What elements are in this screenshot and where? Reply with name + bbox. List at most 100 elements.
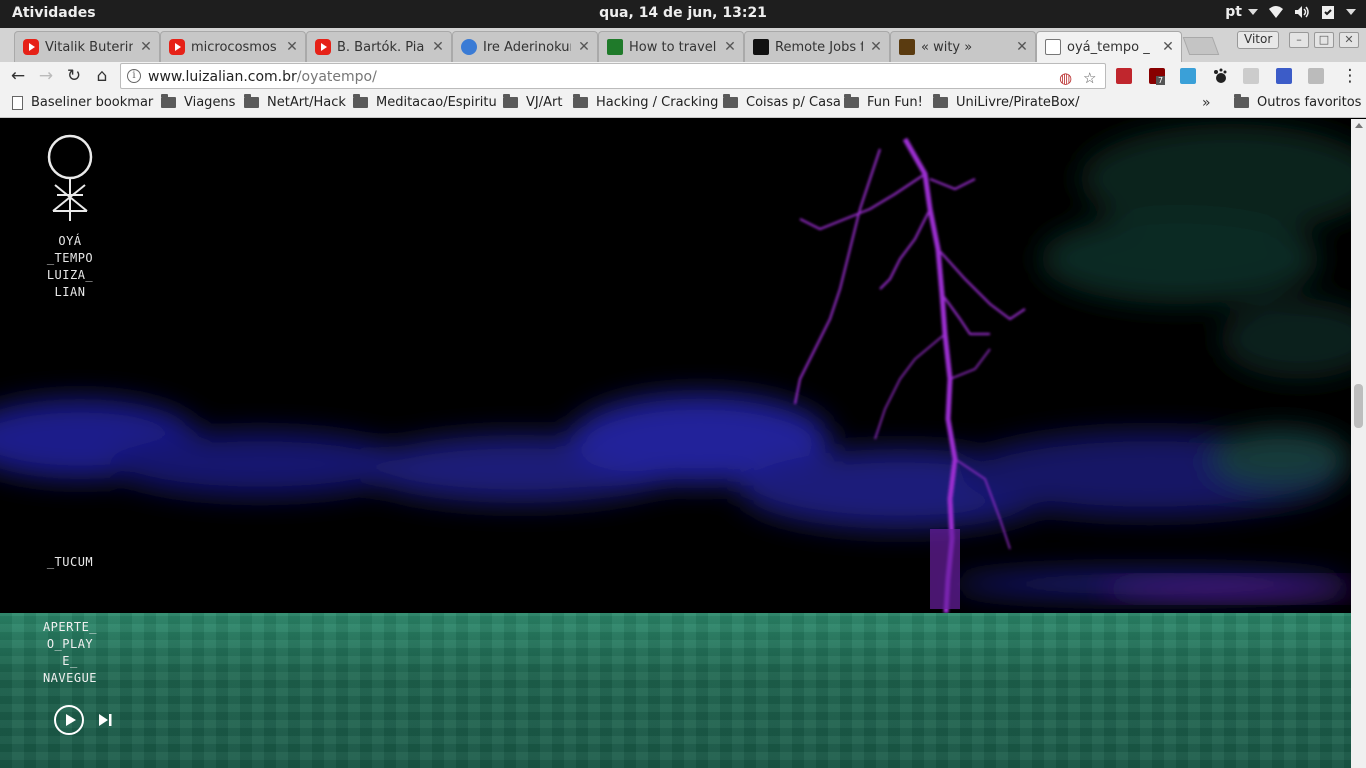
extension-gray-icon[interactable] bbox=[1243, 68, 1259, 84]
wifi-icon[interactable] bbox=[1268, 4, 1284, 20]
system-top-bar: Atividades qua, 14 de jun, 13:21 pt bbox=[0, 0, 1366, 28]
home-icon[interactable]: ⌂ bbox=[92, 66, 112, 86]
folder-icon bbox=[723, 94, 738, 108]
translate-blocked-icon[interactable]: ◍ bbox=[1059, 69, 1072, 87]
tab-label: Vitalik Buterin bbox=[45, 39, 133, 55]
play-button[interactable] bbox=[54, 705, 84, 735]
forward-arrow-icon[interactable]: → bbox=[36, 66, 56, 86]
bookmark-folder-coisas-casa[interactable]: Coisas p/ Casa bbox=[723, 94, 841, 110]
tab-bartok[interactable]: B. Bartók. Piar ✕ bbox=[306, 31, 452, 62]
clipboard-icon[interactable] bbox=[1320, 4, 1336, 20]
reload-icon[interactable]: ↻ bbox=[64, 66, 84, 86]
bookmark-folder-viagens[interactable]: Viagens bbox=[161, 94, 236, 110]
page-icon bbox=[12, 95, 23, 110]
bookmark-baseliner[interactable]: Baseliner bookmar bbox=[12, 95, 153, 110]
tab-oya-tempo[interactable]: oyá_tempo _ l ✕ bbox=[1036, 31, 1182, 62]
close-icon[interactable]: ✕ bbox=[431, 39, 445, 55]
close-icon[interactable]: ✕ bbox=[1161, 39, 1175, 55]
tab-vitalik-buterin[interactable]: Vitalik Buterin ✕ bbox=[14, 31, 160, 62]
bookmark-label: Viagens bbox=[184, 95, 236, 110]
web-page-viewport: OYÁ _TEMPO LUIZA_ LIAN _TUCUM APERTE_ O_… bbox=[0, 119, 1351, 768]
bookmark-label: UniLivre/PirateBox/ bbox=[956, 95, 1080, 110]
tab-label: Ire Aderinokur bbox=[483, 39, 571, 55]
site-info-icon[interactable]: i bbox=[127, 69, 141, 83]
scroll-up-arrow-icon[interactable] bbox=[1355, 123, 1363, 128]
url-path: /oyatempo/ bbox=[296, 69, 377, 85]
volume-icon[interactable] bbox=[1294, 4, 1310, 20]
bookmark-label: Hacking / Cracking bbox=[596, 95, 719, 110]
bookmark-folder-hacking[interactable]: Hacking / Cracking bbox=[573, 94, 719, 110]
close-icon[interactable]: ✕ bbox=[1015, 39, 1029, 55]
extension-badge: 7 bbox=[1156, 76, 1166, 85]
folder-icon bbox=[503, 94, 518, 108]
bookmark-label: NetArt/Hack bbox=[267, 95, 346, 110]
extension-red-icon[interactable] bbox=[1116, 68, 1132, 84]
bookmarks-overflow-chevron[interactable]: » bbox=[1202, 95, 1211, 111]
youtube-icon bbox=[169, 39, 185, 55]
tucum-link[interactable]: _TUCUM bbox=[40, 554, 100, 571]
language-selector[interactable]: pt bbox=[1225, 4, 1258, 20]
back-arrow-icon[interactable]: ← bbox=[8, 66, 28, 86]
bookmark-folder-fun-fun[interactable]: Fun Fun! bbox=[844, 94, 923, 110]
page-scrollbar[interactable] bbox=[1351, 119, 1366, 768]
bookmark-folder-netart[interactable]: NetArt/Hack bbox=[244, 94, 346, 110]
person-icon bbox=[461, 39, 477, 55]
close-icon[interactable]: ✕ bbox=[723, 39, 737, 55]
tab-remote-jobs[interactable]: Remote Jobs fo ✕ bbox=[744, 31, 890, 62]
folder-icon bbox=[1234, 94, 1249, 108]
skype-icon[interactable] bbox=[1180, 68, 1196, 84]
tab-label: B. Bartók. Piar bbox=[337, 39, 425, 55]
tab-label: « wity » bbox=[921, 39, 973, 55]
close-icon[interactable]: ✕ bbox=[869, 39, 883, 55]
tab-how-to-travel[interactable]: How to travel ✕ bbox=[598, 31, 744, 62]
site-title[interactable]: OYÁ _TEMPO LUIZA_ LIAN bbox=[40, 233, 100, 301]
bookmark-label: VJ/Art bbox=[526, 95, 563, 110]
maximize-button[interactable]: □ bbox=[1314, 32, 1334, 48]
sea-pixelated-background bbox=[0, 613, 1351, 768]
tab-label: How to travel bbox=[629, 39, 717, 55]
scrollbar-thumb[interactable] bbox=[1354, 384, 1363, 428]
extension-puzzle-icon[interactable] bbox=[1308, 68, 1324, 84]
bookmark-label: Coisas p/ Casa bbox=[746, 95, 841, 110]
star-icon bbox=[899, 39, 915, 55]
youtube-icon bbox=[315, 39, 331, 55]
browser-menu-icon[interactable]: ⋮ bbox=[1340, 66, 1360, 86]
close-icon[interactable]: ✕ bbox=[577, 39, 591, 55]
address-bar[interactable]: i www.luizalian.com.br/oyatempo/ ◍ ☆ bbox=[120, 63, 1106, 89]
folder-icon bbox=[353, 94, 368, 108]
bookmark-label: Fun Fun! bbox=[867, 95, 923, 110]
bookmark-folder-meditacao[interactable]: Meditacao/Espiritu bbox=[353, 94, 497, 110]
folder-icon bbox=[573, 94, 588, 108]
bookmark-star-icon[interactable]: ☆ bbox=[1083, 69, 1096, 87]
close-icon[interactable]: ✕ bbox=[285, 39, 299, 55]
tab-label: microcosmos bbox=[191, 39, 277, 55]
extension-blue-icon[interactable] bbox=[1276, 68, 1292, 84]
tab-wity[interactable]: « wity » ✕ bbox=[890, 31, 1036, 62]
bookmark-label: Outros favoritos bbox=[1257, 95, 1362, 110]
minimize-button[interactable]: – bbox=[1289, 32, 1309, 48]
profile-button[interactable]: Vitor bbox=[1237, 31, 1280, 49]
bookmarks-bar: Baseliner bookmar Viagens NetArt/Hack Me… bbox=[0, 90, 1366, 118]
ublock-icon[interactable]: 7 bbox=[1149, 68, 1166, 85]
gnome-foot-icon[interactable] bbox=[1212, 68, 1228, 84]
play-instructions: APERTE_ O_PLAY E_ NAVEGUE bbox=[42, 620, 98, 685]
bookmark-folder-vjart[interactable]: VJ/Art bbox=[503, 94, 563, 110]
new-tab-button[interactable] bbox=[1182, 37, 1220, 55]
other-bookmarks-folder[interactable]: Outros favoritos bbox=[1234, 94, 1362, 110]
close-icon[interactable]: ✕ bbox=[139, 39, 153, 55]
url-text[interactable]: www.luizalian.com.br/oyatempo/ bbox=[148, 69, 377, 85]
window-close-button[interactable]: ✕ bbox=[1339, 32, 1359, 48]
document-icon bbox=[1045, 39, 1061, 55]
folder-icon bbox=[161, 94, 176, 108]
system-clock[interactable]: qua, 14 de jun, 13:21 bbox=[0, 5, 1366, 21]
tab-ire-aderinokun[interactable]: Ire Aderinokur ✕ bbox=[452, 31, 598, 62]
activities-button[interactable]: Atividades bbox=[12, 5, 96, 21]
tab-label: oyá_tempo _ l bbox=[1067, 39, 1155, 55]
browser-toolbar: ← → ↻ ⌂ i www.luizalian.com.br/oyatempo/… bbox=[0, 62, 1366, 90]
folder-icon bbox=[933, 94, 948, 108]
jobs-icon bbox=[753, 39, 769, 55]
skip-next-icon[interactable] bbox=[97, 712, 113, 728]
bookmark-folder-unilivre[interactable]: UniLivre/PirateBox/ bbox=[933, 94, 1080, 110]
tab-microcosmos[interactable]: microcosmos ✕ bbox=[160, 31, 306, 62]
system-menu-chevron-icon[interactable] bbox=[1346, 9, 1356, 15]
